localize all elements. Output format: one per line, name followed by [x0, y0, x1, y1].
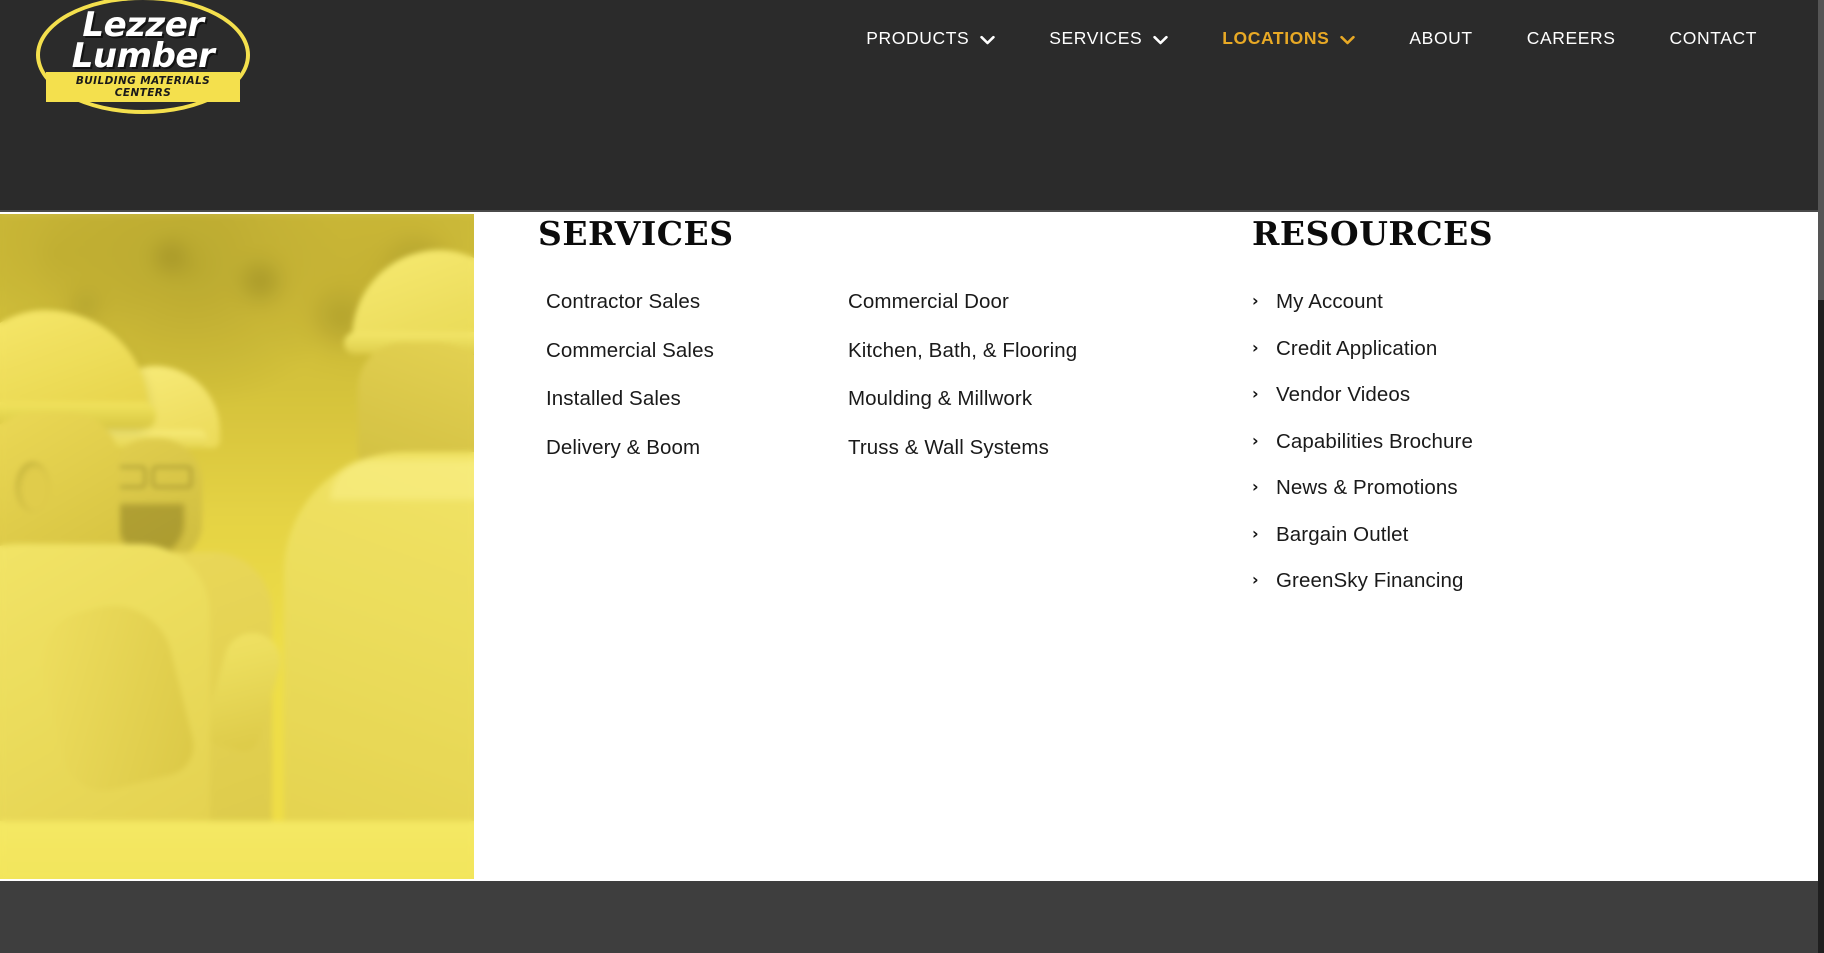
nav-item-careers[interactable]: CAREERS: [1500, 28, 1643, 49]
resources-link-news-promotions[interactable]: › News & Promotions: [1252, 476, 1493, 525]
resources-link-vendor-videos[interactable]: › Vendor Videos: [1252, 383, 1493, 432]
resources-link-label: News & Promotions: [1276, 476, 1458, 499]
nav-item-services[interactable]: SERVICES: [1022, 28, 1195, 49]
chevron-right-icon: ›: [1252, 430, 1259, 450]
chevron-right-icon: ›: [1252, 477, 1259, 497]
footer-column-resources: RESOURCES › My Account › Credit Applicat…: [1252, 214, 1493, 618]
chevron-down-icon: [980, 35, 995, 45]
services-column-2: Commercial Door Kitchen, Bath, & Floorin…: [840, 291, 1077, 487]
resources-link-list: › My Account › Credit Application › Vend…: [1252, 290, 1493, 618]
nav-item-label: SERVICES: [1049, 28, 1143, 48]
nav-item-products[interactable]: PRODUCTS: [839, 28, 1022, 49]
nav-item-label: PRODUCTS: [866, 28, 970, 48]
nav-item-label: LOCATIONS: [1222, 28, 1330, 48]
resources-link-bargain-outlet[interactable]: › Bargain Outlet: [1252, 522, 1493, 572]
resources-link-greensky-financing[interactable]: › GreenSky Financing: [1252, 569, 1493, 618]
resources-link-credit-application[interactable]: › Credit Application: [1252, 336, 1493, 386]
chevron-down-icon: [1340, 35, 1356, 45]
services-link-moulding-millwork[interactable]: Moulding & Millwork: [840, 388, 1077, 438]
resources-link-label: Credit Application: [1276, 336, 1438, 360]
footer-bottom-bar: [0, 881, 1818, 953]
page-root: Lezzer Lumber BUILDING MATERIALS CENTERS…: [0, 0, 1824, 953]
chevron-right-icon: ›: [1252, 523, 1259, 543]
chevron-right-icon: ›: [1252, 337, 1259, 357]
chevron-right-icon: ›: [1252, 570, 1259, 590]
nav-item-locations[interactable]: LOCATIONS: [1195, 28, 1382, 49]
logo-wordmark: Lezzer Lumber: [36, 8, 250, 77]
resources-link-capabilities-brochure[interactable]: › Capabilities Brochure: [1252, 429, 1493, 479]
footer-content: SERVICES Contractor Sales Commercial Sal…: [474, 214, 1818, 879]
services-link-commercial-sales[interactable]: Commercial Sales: [538, 340, 840, 390]
logo-line-2: Lumber: [71, 36, 215, 77]
logo-tagline: BUILDING MATERIALS CENTERS: [46, 72, 240, 102]
services-link-commercial-door[interactable]: Commercial Door: [840, 291, 1077, 341]
photo-yellow-duotone-overlay: [0, 214, 474, 879]
services-link-installed-sales[interactable]: Installed Sales: [538, 388, 840, 438]
resources-link-label: Vendor Videos: [1276, 383, 1411, 406]
chevron-right-icon: ›: [1252, 291, 1259, 311]
nav-item-label: CONTACT: [1669, 28, 1757, 48]
primary-navigation: PRODUCTS SERVICES LOCATIONS ABOUT CAREER…: [839, 28, 1784, 49]
footer-photo: [0, 214, 474, 879]
services-column-1: Contractor Sales Commercial Sales Instal…: [538, 291, 840, 487]
services-heading: SERVICES: [538, 214, 734, 253]
services-link-grid: Contractor Sales Commercial Sales Instal…: [538, 291, 1077, 487]
resources-link-my-account[interactable]: › My Account: [1252, 290, 1493, 339]
services-link-contractor-sales[interactable]: Contractor Sales: [538, 291, 840, 341]
footer-column-services: SERVICES Contractor Sales Commercial Sal…: [538, 214, 1077, 486]
services-link-truss-wall-systems[interactable]: Truss & Wall Systems: [840, 437, 1077, 487]
chevron-right-icon: ›: [1252, 384, 1259, 404]
resources-link-label: Capabilities Brochure: [1276, 429, 1473, 453]
nav-item-about[interactable]: ABOUT: [1382, 28, 1499, 49]
nav-item-label: CAREERS: [1526, 28, 1616, 48]
resources-link-label: My Account: [1276, 290, 1383, 313]
page-scrollbar[interactable]: [1818, 0, 1824, 953]
scrollbar-thumb[interactable]: [1818, 0, 1824, 300]
nav-item-contact[interactable]: CONTACT: [1643, 28, 1784, 49]
chevron-down-icon: [1153, 35, 1168, 45]
resources-heading: RESOURCES: [1252, 214, 1494, 253]
nav-item-label: ABOUT: [1409, 28, 1473, 48]
site-header: Lezzer Lumber BUILDING MATERIALS CENTERS…: [0, 0, 1818, 212]
services-link-kitchen-bath-flooring[interactable]: Kitchen, Bath, & Flooring: [840, 340, 1077, 390]
site-logo[interactable]: Lezzer Lumber BUILDING MATERIALS CENTERS: [36, 0, 250, 114]
services-link-delivery-boom[interactable]: Delivery & Boom: [538, 437, 840, 487]
resources-link-label: Bargain Outlet: [1276, 522, 1409, 546]
resources-link-label: GreenSky Financing: [1276, 569, 1464, 592]
